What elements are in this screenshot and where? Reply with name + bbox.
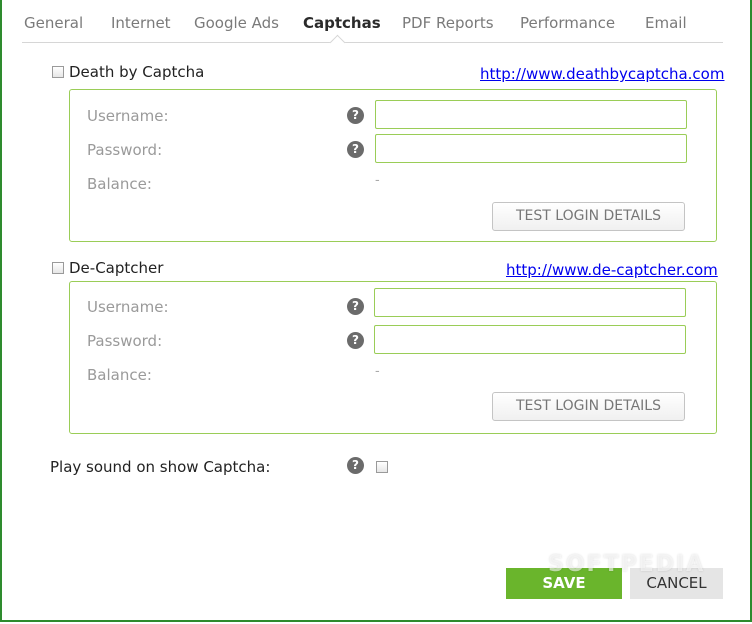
- help-icon[interactable]: ?: [347, 457, 364, 474]
- tab-performance[interactable]: Performance: [520, 14, 615, 32]
- decaptcher-title: De-Captcher: [69, 259, 164, 277]
- deathbycaptcha-username-label: Username:: [87, 107, 169, 125]
- tab-google-ads[interactable]: Google Ads: [194, 14, 279, 32]
- play-sound-label: Play sound on show Captcha:: [50, 458, 271, 476]
- cancel-button[interactable]: CANCEL: [630, 568, 723, 599]
- help-icon[interactable]: ?: [347, 298, 364, 315]
- help-icon[interactable]: ?: [347, 107, 364, 124]
- deathbycaptcha-test-login-button[interactable]: TEST LOGIN DETAILS: [492, 202, 685, 231]
- decaptcher-username-label: Username:: [87, 298, 169, 316]
- deathbycaptcha-balance-label: Balance:: [87, 175, 152, 193]
- deathbycaptcha-link[interactable]: http://www.deathbycaptcha.com: [480, 65, 724, 83]
- deathbycaptcha-checkbox[interactable]: [52, 66, 64, 78]
- help-icon[interactable]: ?: [347, 141, 364, 158]
- tab-captchas[interactable]: Captchas: [303, 14, 381, 32]
- decaptcher-link[interactable]: http://www.de-captcher.com: [506, 261, 718, 279]
- deathbycaptcha-username-input[interactable]: [375, 100, 687, 129]
- tab-general[interactable]: General: [24, 14, 83, 32]
- decaptcher-balance-label: Balance:: [87, 366, 152, 384]
- save-button[interactable]: SAVE: [506, 568, 622, 599]
- play-sound-checkbox[interactable]: [376, 461, 388, 473]
- decaptcher-username-input[interactable]: [374, 288, 686, 317]
- deathbycaptcha-title: Death by Captcha: [69, 63, 205, 81]
- deathbycaptcha-password-input[interactable]: [375, 134, 687, 163]
- tab-email[interactable]: Email: [645, 14, 687, 32]
- tab-internet[interactable]: Internet: [111, 14, 171, 32]
- deathbycaptcha-balance-value: -: [375, 173, 380, 188]
- tab-pdf-reports[interactable]: PDF Reports: [402, 14, 494, 32]
- decaptcher-password-input[interactable]: [374, 325, 686, 354]
- decaptcher-test-login-button[interactable]: TEST LOGIN DETAILS: [492, 392, 685, 421]
- decaptcher-balance-value: -: [375, 364, 380, 379]
- decaptcher-password-label: Password:: [87, 332, 163, 350]
- tab-bar: General Internet Google Ads Captchas PDF…: [22, 0, 723, 51]
- deathbycaptcha-password-label: Password:: [87, 141, 163, 159]
- decaptcher-checkbox[interactable]: [52, 262, 64, 274]
- help-icon[interactable]: ?: [347, 332, 364, 349]
